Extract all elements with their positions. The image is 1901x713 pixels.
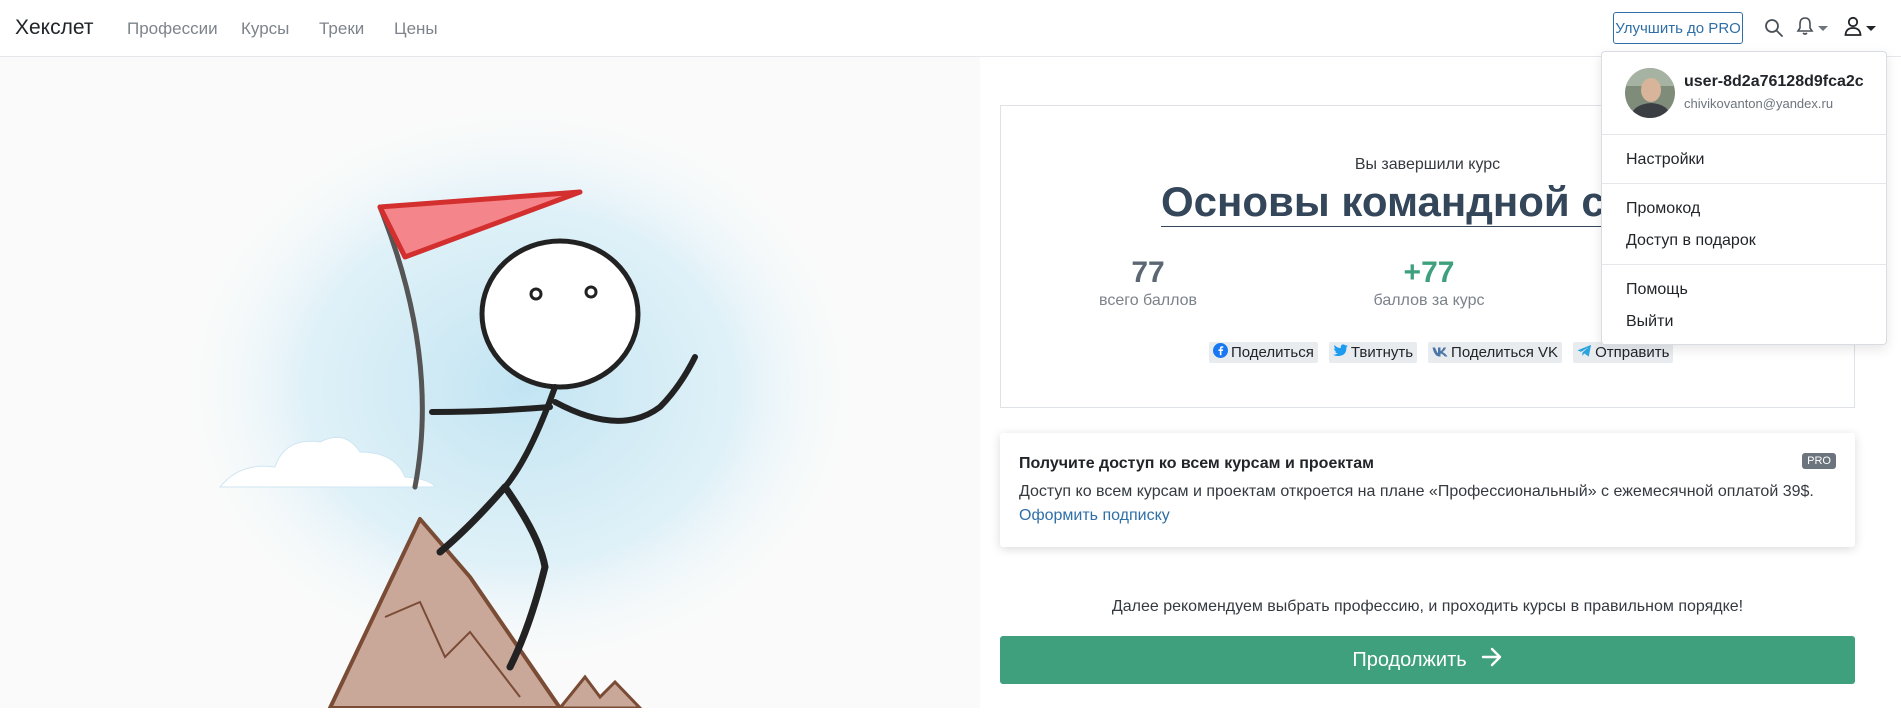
nav-link-tracks[interactable]: Треки: [319, 19, 364, 39]
total-points-stat: 77 всего баллов: [1048, 256, 1248, 310]
user-menu-toggle[interactable]: [1844, 16, 1876, 40]
course-points-label: баллов за курс: [1373, 292, 1485, 309]
search-icon[interactable]: [1764, 16, 1784, 40]
pro-card-text: Доступ ко всем курсам и проектам откроет…: [1019, 483, 1814, 500]
pro-card-title: Получите доступ ко всем курсам и проекта…: [1019, 455, 1374, 472]
share-facebook-button[interactable]: Поделиться: [1209, 342, 1318, 363]
menu-item-logout[interactable]: Выйти: [1626, 313, 1673, 331]
recommendation-text: Далее рекомендуем выбрать профессию, и п…: [1111, 598, 1744, 615]
chevron-down-icon: [1818, 25, 1828, 31]
upgrade-pro-button[interactable]: Улучшить до PRO: [1613, 12, 1743, 44]
hero-illustration: [0, 57, 980, 710]
nav-link-professions[interactable]: Профессии: [127, 19, 218, 39]
menu-divider: [1602, 264, 1886, 265]
course-points-stat: +77 баллов за курс: [1329, 256, 1529, 310]
brand-logo[interactable]: Хекслет: [15, 16, 93, 40]
menu-item-help[interactable]: Помощь: [1626, 281, 1688, 299]
user-email: chivikovanton@yandex.ru: [1684, 96, 1834, 111]
vk-icon: [1432, 344, 1448, 361]
user-icon: [1844, 16, 1862, 41]
menu-divider: [1602, 134, 1886, 135]
share-twitter-button[interactable]: Твитнуть: [1328, 342, 1418, 363]
total-points-label: всего баллов: [1099, 292, 1197, 309]
chevron-down-icon: [1866, 25, 1876, 31]
course-points-value: +77: [1403, 256, 1455, 289]
subscribe-link[interactable]: Оформить подписку: [1019, 507, 1170, 525]
menu-item-settings[interactable]: Настройки: [1626, 151, 1704, 169]
bell-icon: [1796, 16, 1814, 41]
top-navbar: Хекслет Профессии Курсы Треки Цены Улучш…: [0, 0, 1901, 57]
menu-item-gift-access[interactable]: Доступ в подарок: [1626, 232, 1756, 250]
continue-button[interactable]: Продолжить: [1000, 636, 1855, 684]
username: user-8d2a76128d9fca2c: [1684, 73, 1864, 90]
share-telegram-button[interactable]: Отправить: [1573, 342, 1674, 363]
total-points-value: 77: [1131, 256, 1165, 289]
menu-item-promocode[interactable]: Промокод: [1626, 200, 1700, 218]
facebook-icon: [1213, 343, 1228, 362]
notifications-dropdown[interactable]: [1796, 16, 1828, 40]
nav-link-courses[interactable]: Курсы: [241, 19, 289, 39]
pro-badge: PRO: [1802, 453, 1836, 469]
share-buttons: Поделиться Твитнуть Поделиться VK Отправ…: [1209, 342, 1674, 363]
telegram-icon: [1577, 344, 1592, 362]
avatar: [1625, 68, 1675, 118]
nav-link-prices[interactable]: Цены: [394, 19, 438, 39]
arrow-right-icon: [1481, 647, 1503, 673]
pro-access-card: Получите доступ ко всем курсам и проекта…: [1000, 433, 1855, 547]
menu-divider: [1602, 183, 1886, 184]
twitter-icon: [1332, 344, 1348, 361]
user-dropdown-menu: user-8d2a76128d9fca2c chivikovanton@yand…: [1601, 51, 1887, 345]
share-vk-button[interactable]: Поделиться VK: [1428, 342, 1563, 363]
